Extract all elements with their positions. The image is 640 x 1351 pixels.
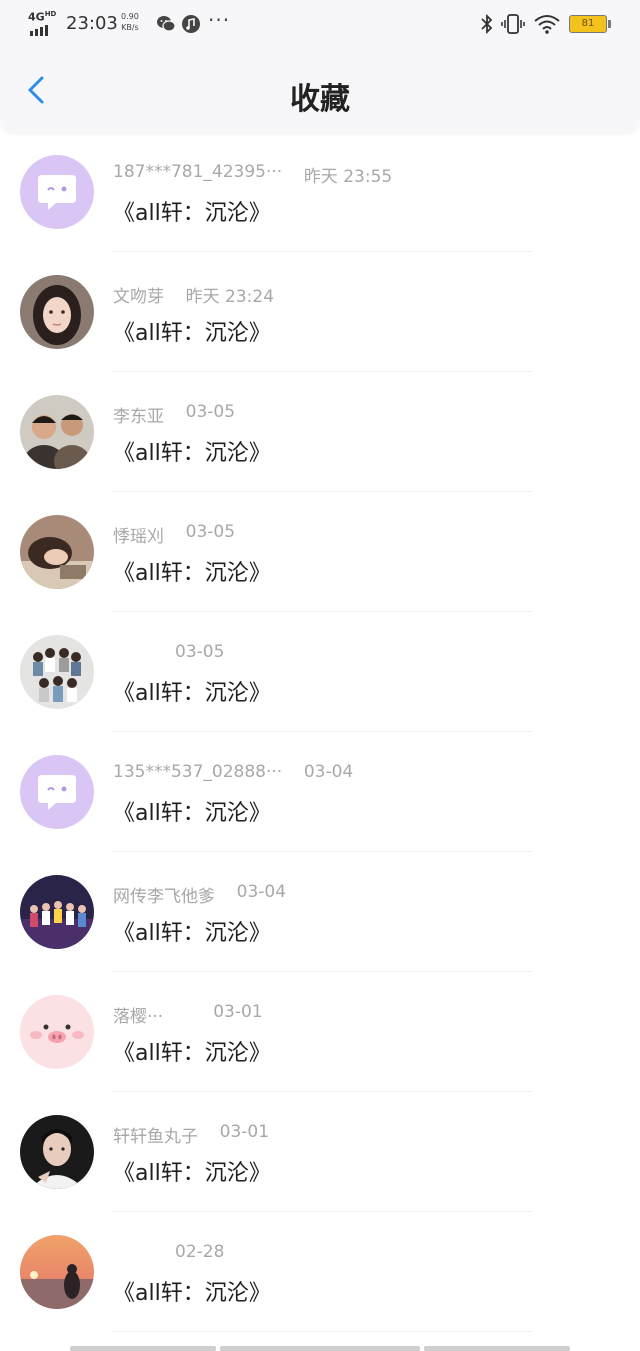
item-time: 02-28 (175, 1242, 225, 1262)
item-time: 03-04 (303, 762, 354, 782)
bottom-tab-indicator (0, 1346, 640, 1351)
bluetooth-icon (481, 13, 493, 35)
vibrate-icon (501, 14, 525, 34)
item-title: 《all轩：沉沦》 (113, 1161, 271, 1186)
item-title: 《all轩：沉沦》 (113, 201, 271, 226)
network-type: 4G (28, 10, 45, 24)
tab-indicator-segment (70, 1346, 216, 1351)
list-item[interactable]: 文吻芽 昨天 23:24 《all轩：沉沦》 (0, 252, 640, 372)
pig-face-avatar[interactable] (20, 995, 94, 1069)
favorites-list: 187***781_42395··· 昨天 23:55 《all轩：沉沦》 文吻… (0, 132, 640, 1332)
list-item[interactable]: 02-28 《all轩：沉沦》 (0, 1212, 640, 1332)
status-bar: 4GHD 23:03 0.90 KB/s ··· 81 (0, 0, 640, 48)
network-sup: HD (44, 10, 57, 18)
item-time: 03-05 (175, 642, 225, 662)
wifi-icon (534, 15, 560, 34)
page-title: 收藏 (290, 82, 350, 117)
clock: 23:03 (66, 13, 118, 34)
item-nickname: 落樱··· (113, 1007, 164, 1027)
list-item[interactable]: 187***781_42395··· 昨天 23:55 《all轩：沉沦》 (0, 132, 640, 252)
item-time: 03-04 (236, 882, 287, 902)
item-title: 《all轩：沉沦》 (113, 681, 271, 706)
item-nickname: 187***781_42395··· (113, 162, 283, 182)
item-nickname: 轩轩鱼丸子 (113, 1127, 198, 1147)
battery-level: 81 (581, 18, 595, 29)
list-item[interactable]: 135***537_02888··· 03-04 《all轩：沉沦》 (0, 732, 640, 852)
item-title: 《all轩：沉沦》 (113, 1281, 271, 1306)
battery-tip (608, 20, 611, 28)
two-people-avatar[interactable] (20, 395, 94, 469)
network-speed-unit: KB/s (121, 23, 139, 32)
item-nickname: 李东亚 (113, 407, 164, 427)
cellular-signal-icon: 4GHD (28, 10, 62, 36)
list-item[interactable]: 悸瑶刈 03-05 《all轩：沉沦》 (0, 492, 640, 612)
list-item[interactable]: 03-05 《all轩：沉沦》 (0, 612, 640, 732)
more-notifications-icon: ··· (208, 8, 231, 32)
item-title: 《all轩：沉沦》 (113, 441, 271, 466)
chat-bubble-avatar[interactable] (20, 155, 94, 229)
tab-indicator-segment (220, 1346, 420, 1351)
network-speed: 0.90 KB/s (121, 11, 139, 33)
item-title: 《all轩：沉沦》 (113, 321, 271, 346)
stage-group-avatar[interactable] (20, 875, 94, 949)
divider (113, 1331, 532, 1332)
list-item[interactable]: 网传李飞他爹 03-04 《all轩：沉沦》 (0, 852, 640, 972)
girl-portrait-avatar[interactable] (20, 275, 94, 349)
item-time: 03-01 (213, 1002, 263, 1022)
list-item[interactable]: 轩轩鱼丸子 03-01 《all轩：沉沦》 (0, 1092, 640, 1212)
item-nickname: 135***537_02888··· (113, 762, 283, 782)
battery-icon: 81 (569, 15, 607, 33)
item-title: 《all轩：沉沦》 (113, 801, 271, 826)
boy-portrait-avatar[interactable] (20, 1115, 94, 1189)
chat-bubble-avatar[interactable] (20, 755, 94, 829)
reclining-person-avatar[interactable] (20, 515, 94, 589)
list-item[interactable]: 落樱··· 03-01 《all轩：沉沦》 (0, 972, 640, 1092)
item-time: 昨天 23:55 (303, 167, 393, 187)
nav-header: 收藏 (0, 48, 640, 132)
tab-indicator-segment (424, 1346, 570, 1351)
network-speed-value: 0.90 (121, 12, 139, 21)
group-photo-avatar[interactable] (20, 635, 94, 709)
item-time: 03-05 (185, 402, 236, 422)
sunset-avatar[interactable] (20, 1235, 94, 1309)
item-nickname: 悸瑶刈 (113, 527, 164, 547)
item-time: 03-05 (185, 522, 236, 542)
music-icon (182, 15, 200, 33)
item-title: 《all轩：沉沦》 (113, 561, 271, 586)
item-title: 《all轩：沉沦》 (113, 1041, 271, 1066)
list-item[interactable]: 李东亚 03-05 《all轩：沉沦》 (0, 372, 640, 492)
item-time: 03-01 (219, 1122, 270, 1142)
wechat-icon (157, 16, 176, 32)
item-time: 昨天 23:24 (185, 287, 275, 307)
item-nickname: 网传李飞他爹 (113, 887, 215, 907)
item-nickname: 文吻芽 (113, 287, 164, 307)
item-title: 《all轩：沉沦》 (113, 921, 271, 946)
